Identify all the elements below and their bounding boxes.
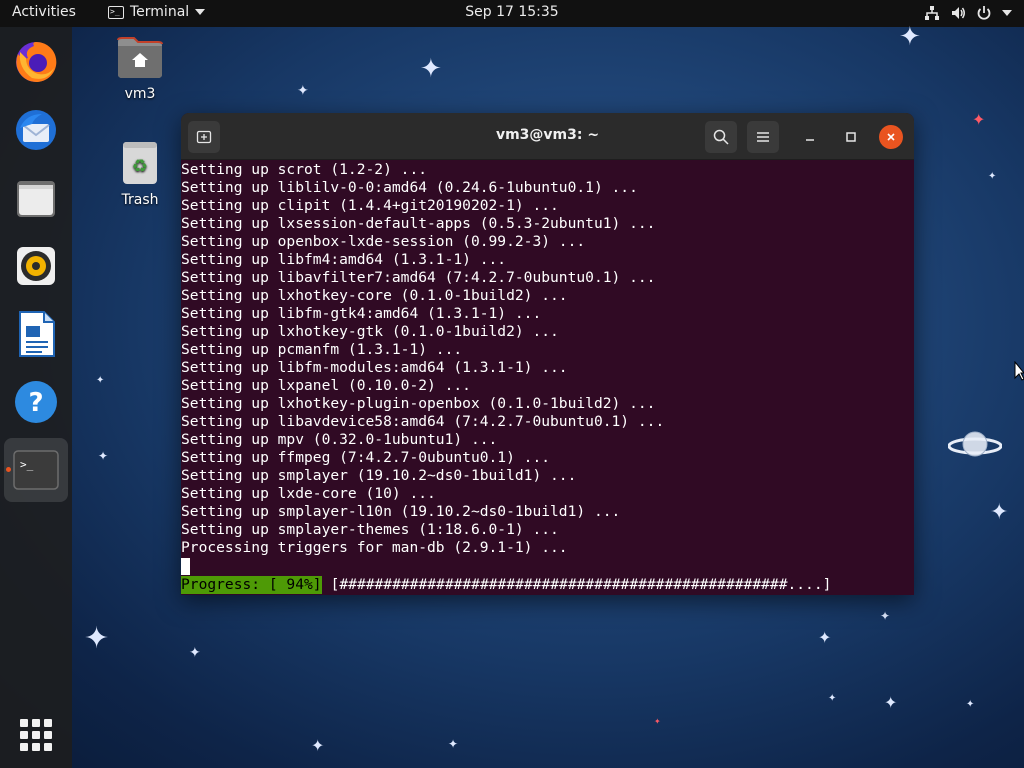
output-line: Setting up smplayer-l10n (19.10.2~ds0-1b… — [181, 503, 621, 520]
desktop-trash[interactable]: ♻ Trash — [104, 140, 176, 208]
star-decoration: ✦ — [880, 609, 891, 623]
output-line: Setting up libfm-modules:amd64 (1.3.1-1)… — [181, 359, 568, 376]
output-line: Setting up ffmpeg (7:4.2.7-0ubuntu0.1) .… — [181, 449, 551, 466]
star-decoration: ✦ — [96, 375, 105, 386]
terminal-output[interactable]: Setting up scrot (1.2-2) ... Setting up … — [181, 161, 914, 595]
hamburger-menu-icon — [757, 132, 769, 142]
menu-button[interactable] — [747, 121, 779, 153]
star-decoration: ✦ — [297, 83, 309, 99]
close-button[interactable] — [879, 125, 903, 149]
app-menu-label: Terminal — [130, 4, 190, 20]
output-line: Setting up lxde-core (10) ... — [181, 485, 436, 502]
svg-text:♻: ♻ — [132, 156, 148, 177]
libreoffice-writer-icon[interactable] — [4, 302, 68, 366]
terminal-icon[interactable]: >_ — [4, 438, 68, 502]
network-icon[interactable] — [924, 5, 940, 21]
home-folder-icon — [117, 37, 163, 78]
output-line: Setting up lxsession-default-apps (0.5.3… — [181, 215, 656, 232]
cursor-line — [181, 558, 914, 576]
output-line: Setting up pcmanfm (1.3.1-1) ... — [181, 341, 463, 358]
star-decoration: ✦ — [988, 171, 997, 182]
star-decoration: ✦ — [972, 110, 986, 129]
star-decoration: ✦ — [828, 693, 837, 704]
star-decoration: ✦ — [420, 54, 442, 84]
output-line: Setting up mpv (0.32.0-1ubuntu1) ... — [181, 431, 498, 448]
output-line: Setting up libfm-gtk4:amd64 (1.3.1-1) ..… — [181, 305, 542, 322]
progress-bar: [#######################################… — [330, 576, 832, 593]
trash-icon: ♻ — [123, 142, 157, 184]
star-decoration: ✦ — [818, 628, 832, 647]
output-line: Setting up libavdevice58:amd64 (7:4.2.7-… — [181, 413, 665, 430]
desktop-home-folder[interactable]: vm3 — [104, 36, 176, 102]
running-indicator — [6, 467, 11, 472]
power-icon[interactable] — [976, 5, 992, 21]
close-icon — [887, 133, 895, 141]
volume-icon[interactable] — [950, 5, 966, 21]
output-line: Setting up libavfilter7:amd64 (7:4.2.7-0… — [181, 269, 656, 286]
star-decoration: ✦ — [448, 737, 459, 751]
output-line: Setting up lxpanel (0.10.0-2) ... — [181, 377, 471, 394]
star-decoration: ✦ — [966, 699, 975, 710]
star-decoration: ✦ — [311, 736, 325, 755]
thunderbird-icon[interactable] — [4, 98, 68, 162]
search-icon — [713, 129, 729, 145]
search-button[interactable] — [705, 121, 737, 153]
output-line: Setting up lxhotkey-plugin-openbox (0.1.… — [181, 395, 656, 412]
app-menu[interactable]: >_ Terminal — [108, 4, 206, 20]
svg-text:?: ? — [28, 388, 43, 418]
star-decoration: ✦ — [654, 717, 661, 726]
star-decoration: ✦ — [990, 500, 1009, 525]
star-decoration: ✦ — [84, 621, 110, 656]
star-decoration: ✦ — [899, 22, 921, 52]
minimize-icon — [806, 139, 814, 141]
maximize-icon — [846, 132, 856, 142]
help-icon[interactable]: ? — [4, 370, 68, 434]
terminal-app-icon: >_ — [108, 5, 124, 19]
top-bar: Activities >_ Terminal Sep 17 15:35 — [0, 0, 1024, 27]
terminal-glyph: >_ — [20, 458, 34, 471]
apt-progress: Progress: [ 94%] [######################… — [181, 576, 914, 594]
star-decoration: ✦ — [884, 693, 898, 712]
text-cursor — [181, 558, 190, 575]
star-decoration: ✦ — [189, 645, 201, 661]
output-line: Setting up smplayer-themes (1:18.6.0-1) … — [181, 521, 559, 538]
output-line: Setting up clipit (1.4.4+git20190202-1) … — [181, 197, 559, 214]
star-decoration: ✦ — [98, 449, 109, 463]
output-line: Setting up lxhotkey-core (0.1.0-1build2)… — [181, 287, 568, 304]
desktop-home-label: vm3 — [124, 86, 156, 102]
clock[interactable]: Sep 17 15:35 — [465, 4, 558, 20]
chevron-down-icon[interactable] — [1002, 10, 1012, 16]
minimize-button[interactable] — [798, 125, 822, 149]
rhythmbox-icon[interactable] — [4, 234, 68, 298]
planet-decoration — [947, 424, 1003, 468]
system-tray[interactable] — [924, 5, 1012, 21]
dock: ? >_ — [0, 27, 72, 768]
terminal-titlebar[interactable]: vm3@vm3: ~ — [181, 113, 914, 160]
output-line: Setting up scrot (1.2-2) ... — [181, 161, 428, 178]
mouse-pointer — [1014, 360, 1024, 385]
activities-button[interactable]: Activities — [12, 4, 76, 20]
chevron-down-icon — [195, 9, 206, 15]
desktop-trash-label: Trash — [121, 192, 159, 208]
output-line: Setting up libfm4:amd64 (1.3.1-1) ... — [181, 251, 507, 268]
terminal-window[interactable]: vm3@vm3: ~ Setting up scrot (1.2-2) ... … — [181, 113, 914, 595]
show-applications-icon[interactable] — [20, 719, 52, 751]
maximize-button[interactable] — [839, 125, 863, 149]
output-line: Processing triggers for man-db (2.9.1-1)… — [181, 539, 568, 556]
files-icon[interactable] — [4, 166, 68, 230]
progress-label: Progress: [ 94%] — [181, 576, 322, 594]
firefox-icon[interactable] — [4, 30, 68, 94]
output-line: Setting up lxhotkey-gtk (0.1.0-1build2) … — [181, 323, 559, 340]
output-line: Setting up smplayer (19.10.2~ds0-1build1… — [181, 467, 577, 484]
output-line: Setting up liblilv-0-0:amd64 (0.24.6-1ub… — [181, 179, 638, 196]
output-line: Setting up openbox-lxde-session (0.99.2-… — [181, 233, 586, 250]
